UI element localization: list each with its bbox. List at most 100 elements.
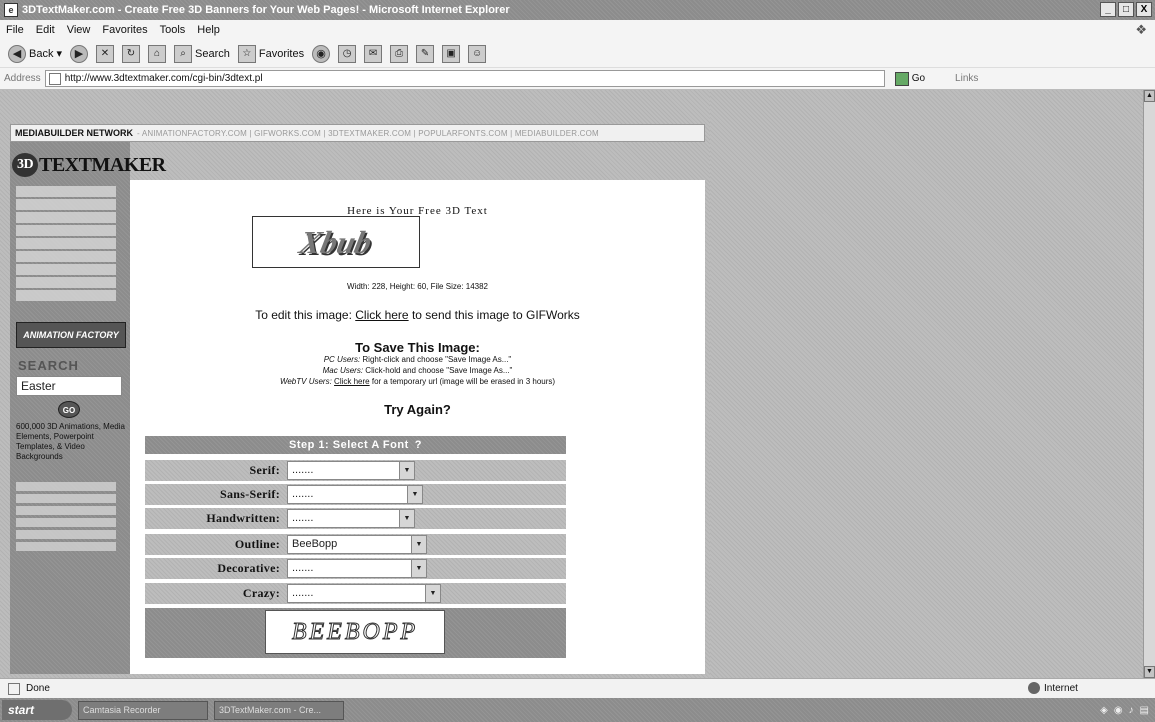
- left-nav-item[interactable]: [16, 238, 116, 249]
- chevron-down-icon: ▼: [411, 536, 426, 553]
- banner-info: Width: 228, Height: 60, File Size: 14382: [347, 282, 488, 291]
- close-button[interactable]: X: [1136, 2, 1152, 17]
- font-select-outline[interactable]: BeeBopp ▼: [287, 535, 427, 554]
- discuss-button[interactable]: ▣: [442, 44, 461, 63]
- font-select-value: .......: [292, 464, 314, 476]
- left-nav-item[interactable]: [16, 290, 116, 301]
- try-again-link[interactable]: Try Again?: [130, 402, 705, 417]
- font-select-value: .......: [292, 587, 314, 599]
- scroll-down-icon[interactable]: ▼: [1144, 666, 1155, 678]
- links-label[interactable]: Links: [955, 73, 978, 84]
- font-select-value: .......: [292, 562, 314, 574]
- font-label: Sans-Serif:: [220, 487, 280, 501]
- address-go-button[interactable]: Go: [912, 73, 925, 84]
- minimize-button[interactable]: _: [1100, 2, 1116, 17]
- page-right-background: [710, 90, 1143, 678]
- promo-text[interactable]: 600,000 3D Animations, Media Elements, P…: [16, 422, 128, 462]
- edit-button[interactable]: ✎: [416, 44, 435, 63]
- font-label: Handwritten:: [206, 511, 280, 525]
- menu-edit[interactable]: Edit: [36, 24, 55, 36]
- webtv-click-here-link[interactable]: Click here: [334, 377, 370, 386]
- left-nav-item[interactable]: [16, 225, 116, 236]
- search-button[interactable]: ⌕ Search: [174, 44, 230, 63]
- mac-instruction: Mac Users: Click-hold and choose "Save I…: [130, 365, 705, 376]
- star-icon: ☆: [237, 44, 256, 63]
- left-nav-item[interactable]: [16, 542, 116, 551]
- edit-click-here-link[interactable]: Click here: [355, 308, 408, 322]
- search-go-button[interactable]: GO: [58, 401, 80, 418]
- favorites-button[interactable]: ☆ Favorites: [237, 44, 305, 63]
- help-icon[interactable]: ?: [415, 439, 422, 451]
- taskbar-item[interactable]: Camtasia Recorder: [78, 700, 208, 720]
- speaker-icon[interactable]: ♪: [1129, 705, 1134, 716]
- scroll-up-icon[interactable]: ▲: [1144, 90, 1155, 102]
- generated-banner-image[interactable]: Xbub: [252, 216, 420, 268]
- font-select-sans-serif[interactable]: ....... ▼: [287, 485, 423, 504]
- address-input[interactable]: http://www.3dtextmaker.com/cgi-bin/3dtex…: [44, 70, 885, 87]
- mail-button[interactable]: ✉: [364, 44, 383, 63]
- stop-button[interactable]: ✕: [96, 44, 114, 63]
- font-select-crazy[interactable]: ....... ▼: [287, 584, 441, 603]
- search-input[interactable]: Easter: [16, 376, 122, 396]
- zone-label: Internet: [1044, 682, 1078, 694]
- left-nav-item[interactable]: [16, 264, 116, 275]
- network-links[interactable]: - ANIMATIONFACTORY.COM | GIFWORKS.COM | …: [137, 129, 599, 138]
- start-button[interactable]: start: [2, 700, 72, 720]
- left-nav-item[interactable]: [16, 530, 116, 539]
- left-nav-item[interactable]: [16, 482, 116, 491]
- left-nav-item[interactable]: [16, 186, 116, 197]
- left-nav-item[interactable]: [16, 199, 116, 210]
- forward-button[interactable]: ▶: [70, 44, 88, 63]
- mac-text: Click-hold and choose "Save Image As...": [365, 366, 513, 375]
- menu-help[interactable]: Help: [197, 24, 220, 36]
- refresh-button[interactable]: ↻: [122, 44, 140, 63]
- left-nav-item[interactable]: [16, 212, 116, 223]
- tray-icon[interactable]: ◈: [1100, 705, 1108, 716]
- search-title: SEARCH: [18, 358, 79, 373]
- menu-tools[interactable]: Tools: [160, 24, 186, 36]
- left-nav-item[interactable]: [16, 277, 116, 288]
- back-label: Back: [29, 47, 54, 60]
- network-icon[interactable]: ▤: [1140, 705, 1149, 716]
- history-button[interactable]: ◷: [338, 44, 357, 63]
- menu-favorites[interactable]: Favorites: [102, 24, 147, 36]
- menu-file[interactable]: File: [6, 24, 24, 36]
- font-select-handwritten[interactable]: ....... ▼: [287, 509, 415, 528]
- chevron-down-icon: ▼: [407, 486, 422, 503]
- chevron-down-icon: ▼: [425, 585, 440, 602]
- menu-view[interactable]: View: [67, 24, 91, 36]
- favorites-label: Favorites: [258, 47, 305, 60]
- chevron-down-icon: ▾: [56, 48, 62, 60]
- animation-factory-logo[interactable]: ANIMATION FACTORY: [16, 322, 126, 348]
- taskbar-item[interactable]: 3DTextMaker.com - Cre...: [214, 700, 344, 720]
- media-button[interactable]: ◉: [312, 44, 331, 63]
- font-label: Serif:: [249, 463, 280, 477]
- left-nav-item[interactable]: [16, 506, 116, 515]
- windows-logo-icon: ❖: [1135, 22, 1147, 37]
- font-select-value: .......: [292, 512, 314, 524]
- window-title-bar[interactable]: e 3DTextMaker.com - Create Free 3D Banne…: [0, 0, 1155, 20]
- font-select-serif[interactable]: ....... ▼: [287, 461, 415, 480]
- site-logo[interactable]: 3D TEXTMAKER: [12, 152, 166, 178]
- left-nav-item[interactable]: [16, 251, 116, 262]
- edit-image-line: To edit this image: Click here to send t…: [130, 308, 705, 322]
- left-nav-links: [16, 186, 116, 303]
- back-button[interactable]: ◀ Back ▾: [8, 44, 62, 63]
- font-preview-text: BEEBOPP: [291, 618, 419, 645]
- vertical-scrollbar[interactable]: ▲ ▼: [1143, 90, 1155, 678]
- font-select-decorative[interactable]: ....... ▼: [287, 559, 427, 578]
- print-button[interactable]: ⎙: [390, 44, 409, 63]
- logo-badge: 3D: [12, 153, 38, 177]
- tray-icon[interactable]: ◉: [1114, 705, 1123, 716]
- left-nav-item[interactable]: [16, 494, 116, 503]
- font-label: Outline:: [234, 537, 280, 551]
- pc-label: PC Users:: [323, 355, 361, 364]
- left-nav-item[interactable]: [16, 518, 116, 527]
- maximize-button[interactable]: □: [1118, 2, 1134, 17]
- webtv-label: WebTV Users:: [279, 377, 332, 386]
- webtv-text: for a temporary url (image will be erase…: [371, 377, 556, 386]
- go-arrow-icon[interactable]: [894, 71, 909, 86]
- font-row-decorative: Decorative: ....... ▼: [145, 558, 566, 579]
- messenger-button[interactable]: ☺: [468, 44, 487, 63]
- home-button[interactable]: ⌂: [148, 44, 166, 63]
